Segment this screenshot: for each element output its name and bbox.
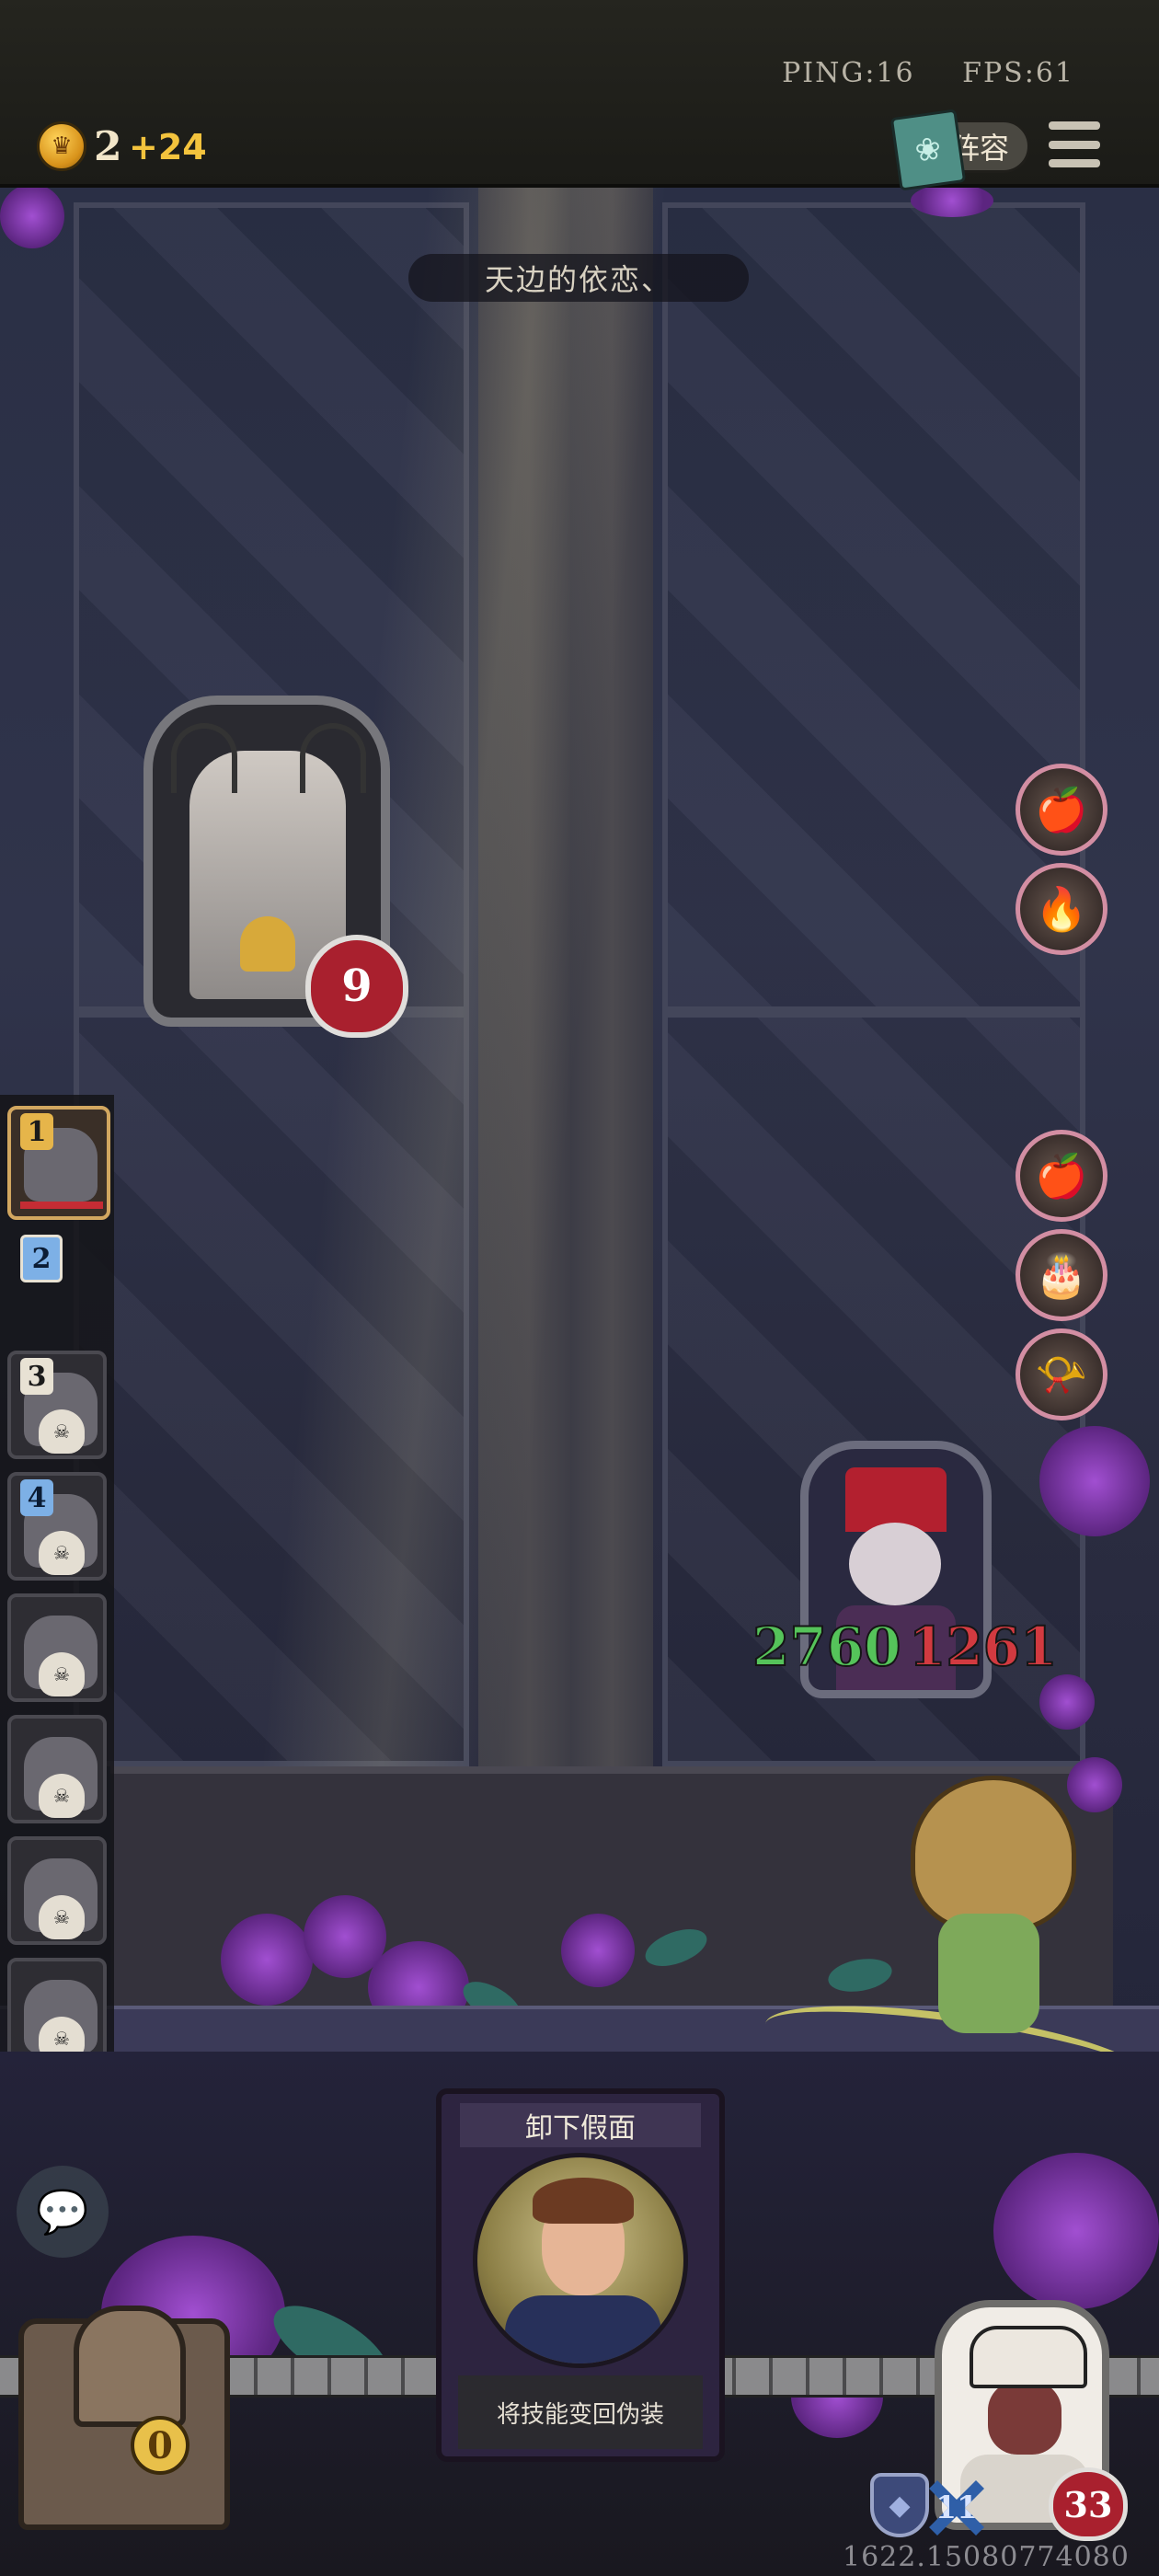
lineup-button[interactable]: ❀ 阵容 — [889, 109, 1030, 191]
masked-gentleman-portrait — [473, 2153, 688, 2368]
gold-count: 2 — [94, 123, 122, 170]
gold-gain: +24 — [129, 127, 207, 167]
player-face — [988, 2381, 1061, 2455]
card-coat — [505, 2295, 661, 2363]
hero-character — [892, 1776, 1085, 2070]
hamburger-menu-icon[interactable] — [1049, 121, 1100, 167]
chest-lid — [74, 2306, 186, 2427]
rose-decoration — [911, 184, 993, 217]
battle-board — [0, 184, 1159, 2052]
rose-decoration — [561, 1914, 635, 1987]
antler-right — [300, 723, 366, 793]
turn-slot-1[interactable]: 1 — [7, 1106, 110, 1220]
turn-slot-7[interactable]: ☠ — [7, 1836, 107, 1945]
turn-slot-5[interactable]: ☠ — [7, 1593, 107, 1702]
network-stats: PING:16 FPS:61 — [745, 57, 1074, 89]
cake-icon[interactable]: 🎂 — [1016, 1229, 1107, 1321]
top-hud: PING:16 FPS:61 ♛ 2 +24 ❀ 阵容 — [0, 0, 1159, 191]
apples-icon[interactable]: 🍎 — [1016, 764, 1107, 856]
turn-number: 1 — [20, 1113, 53, 1150]
unit-health-bar — [20, 1202, 103, 1209]
book-icon: ❀ — [889, 109, 967, 191]
skull-icon: ☠ — [39, 1409, 85, 1454]
skull-icon: ☠ — [39, 1531, 85, 1575]
turn-number-2: 2 — [20, 1235, 63, 1282]
reward-chest[interactable] — [18, 2306, 230, 2530]
turn-slot-3[interactable]: 3 ☠ — [7, 1351, 107, 1459]
chat-bubble-icon[interactable]: 💬 — [17, 2166, 109, 2258]
white-hat — [970, 2326, 1087, 2388]
turn-number: 3 — [20, 1358, 53, 1395]
skull-icon: ☠ — [39, 1652, 85, 1696]
turn-slot-6[interactable]: ☠ — [7, 1715, 107, 1823]
shield-icon: ◆ — [870, 2473, 929, 2537]
rose-decoration — [993, 2153, 1159, 2309]
version-string: 1622.15080774080 — [843, 2541, 1130, 2573]
brass-horn-icon[interactable]: 📯 — [1016, 1328, 1107, 1420]
skill-card-title: 卸下假面 — [460, 2103, 701, 2147]
rose-decoration — [1039, 1674, 1095, 1730]
campfire-icon[interactable]: 🔥 — [1016, 863, 1107, 955]
ping-readout: PING:16 — [782, 57, 915, 89]
turn-slot-4[interactable]: 4 ☠ — [7, 1472, 107, 1581]
turn-number: 4 — [20, 1479, 53, 1516]
skull-icon: ☠ — [39, 1774, 85, 1818]
crown-coin-icon: ♛ — [37, 121, 86, 171]
skill-card-description: 将技能变回伪装 — [458, 2375, 703, 2449]
hero-body — [938, 1914, 1039, 2033]
rose-decoration — [221, 1914, 313, 2006]
antler-left — [171, 723, 237, 793]
fps-readout: FPS:61 — [962, 57, 1074, 89]
rose-decoration — [0, 184, 64, 248]
bell-icon — [240, 916, 295, 972]
clown-portrait — [849, 1523, 941, 1605]
card-hair — [533, 2178, 634, 2224]
enemy-health-value: 1261 — [908, 1615, 1058, 1679]
skill-card[interactable]: 卸下假面 将技能变回伪装 — [436, 2088, 725, 2462]
skull-icon: ☠ — [39, 1895, 85, 1939]
player-health-heart-icon: 33 — [1049, 2467, 1128, 2541]
chest-count: 0 — [131, 2416, 189, 2475]
turn-slot-8[interactable]: ☠ — [7, 1958, 107, 2066]
straw-hat — [911, 1776, 1076, 1932]
rose-decoration — [1039, 1426, 1150, 1536]
enemy-attack-value: 2760 — [752, 1615, 901, 1679]
apples-icon[interactable]: 🍎 — [1016, 1130, 1107, 1222]
boss-health-heart-icon: 9 — [305, 935, 408, 1038]
stage-title: 天边的依恋、 — [408, 254, 749, 302]
